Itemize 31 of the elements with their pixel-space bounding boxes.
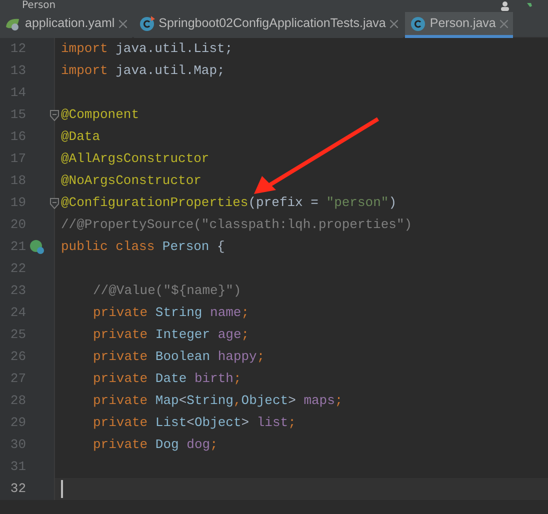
- code-line: private Integer age;: [92, 326, 250, 344]
- text-cursor: [61, 480, 63, 498]
- code-line: private Boolean happy;: [92, 348, 265, 366]
- line-number: 32: [9, 480, 26, 498]
- code-line: @Data: [60, 128, 100, 146]
- fold-icon[interactable]: [50, 198, 59, 209]
- user-icon[interactable]: [500, 1, 510, 11]
- fold-icon[interactable]: [50, 110, 59, 121]
- close-icon[interactable]: [390, 20, 398, 28]
- bean-icon[interactable]: [29, 239, 45, 255]
- leaf-icon: [5, 16, 21, 30]
- code-line: import java.util.List;: [60, 40, 233, 58]
- code-line: //@Value("${name}"): [92, 282, 242, 300]
- breadcrumb[interactable]: Person: [4, 0, 56, 12]
- close-icon[interactable]: [118, 20, 127, 28]
- code-line: private Dog dog;: [92, 436, 218, 454]
- code-line: private Date birth;: [92, 370, 242, 388]
- code-line: //@PropertySource("classpath:lqh.properties"): [60, 216, 412, 234]
- code-line: @ConfigurationProperties(prefix = "person"): [60, 194, 396, 212]
- code-line: import java.util.Map;: [60, 62, 225, 80]
- code-line: private String name;: [92, 304, 250, 322]
- code-line: @AllArgsConstructor: [60, 150, 210, 168]
- editor-tab[interactable]: Person.java: [404, 12, 513, 38]
- code-line: private Map<String,Object> maps;: [92, 392, 343, 410]
- code-line: public class Person {: [60, 238, 225, 256]
- close-icon[interactable]: [500, 20, 508, 28]
- code-line: private List<Object> list;: [92, 414, 296, 432]
- code-line: @Component: [60, 106, 140, 124]
- class-icon: [138, 16, 155, 32]
- class-icon: [410, 16, 426, 32]
- code-line: @NoArgsConstructor: [60, 172, 202, 190]
